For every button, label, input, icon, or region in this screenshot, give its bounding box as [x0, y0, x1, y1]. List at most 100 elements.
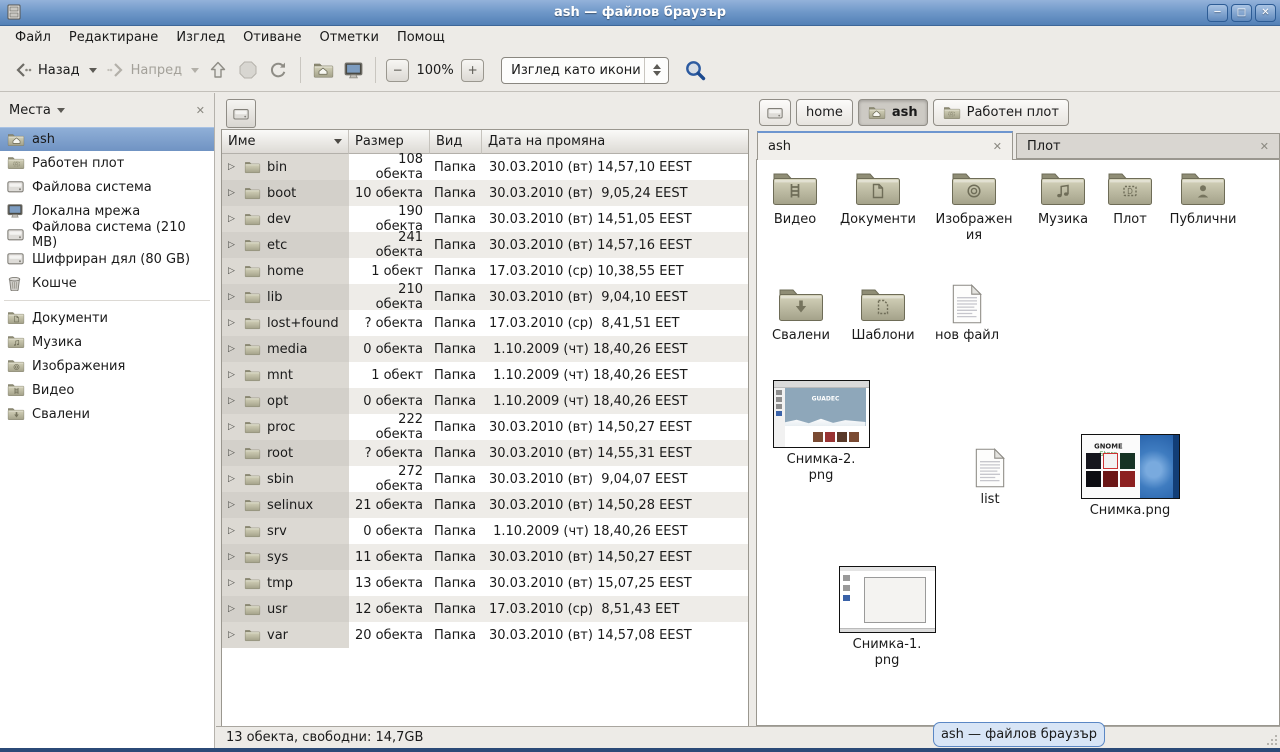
icon-file-snimka-1[interactable]: Снимка-1.png: [836, 566, 938, 670]
sidebar-item-filesystem-210mb[interactable]: Файлова система (210 MB): [0, 223, 214, 247]
sidebar-mode-select[interactable]: Места: [9, 103, 51, 118]
zoom-in-button[interactable]: +: [461, 59, 484, 82]
breadcrumb-home-button[interactable]: home: [796, 99, 853, 126]
sidebar-item-downloads[interactable]: Свалени: [0, 402, 214, 426]
tree-row-lib[interactable]: ▷lib210 обектаПапка30.03.2010 (вт) 9,04,…: [222, 284, 748, 310]
tab-ash[interactable]: ash ✕: [757, 131, 1013, 160]
maximize-button[interactable]: □: [1231, 4, 1252, 22]
tree-row-var[interactable]: ▷var20 обектаПапка30.03.2010 (вт) 14,57,…: [222, 622, 748, 648]
titlebar[interactable]: ash — файлов браузър ─ □ ✕: [0, 0, 1280, 26]
expander-icon[interactable]: ▷: [228, 604, 238, 614]
view-mode-select[interactable]: Изглед като икони: [501, 57, 669, 84]
forward-dropdown[interactable]: [191, 68, 199, 73]
icon-downloads-folder[interactable]: Свалени: [756, 286, 846, 344]
tree-row-tmp[interactable]: ▷tmp13 обектаПапка30.03.2010 (вт) 15,07,…: [222, 570, 748, 596]
tree-row-srv[interactable]: ▷srv0 обектаПапка 1.10.2009 (чт) 18,40,2…: [222, 518, 748, 544]
tree-row-media[interactable]: ▷media0 обектаПапка 1.10.2009 (чт) 18,40…: [222, 336, 748, 362]
stop-button[interactable]: [233, 55, 263, 85]
icon-documents-folder[interactable]: Документи: [833, 170, 923, 228]
expander-icon[interactable]: ▷: [228, 214, 238, 224]
tree-row-proc[interactable]: ▷proc222 обектаПапка30.03.2010 (вт) 14,5…: [222, 414, 748, 440]
expander-icon[interactable]: ▷: [228, 318, 238, 328]
breadcrumb-ash-button[interactable]: ash: [858, 99, 928, 126]
menu-help[interactable]: Помощ: [388, 28, 454, 47]
expander-icon[interactable]: ▷: [228, 552, 238, 562]
menu-edit[interactable]: Редактиране: [60, 28, 167, 47]
tab-close-icon[interactable]: ✕: [993, 140, 1002, 153]
tree-row-opt[interactable]: ▷opt0 обектаПапка 1.10.2009 (чт) 18,40,2…: [222, 388, 748, 414]
computer-button[interactable]: [339, 57, 368, 84]
expander-icon[interactable]: ▷: [228, 474, 238, 484]
expander-icon[interactable]: ▷: [228, 266, 238, 276]
tree-row-boot[interactable]: ▷boot10 обектаПапка30.03.2010 (вт) 9,05,…: [222, 180, 748, 206]
search-button[interactable]: [679, 54, 713, 87]
breadcrumb-desktop-button[interactable]: Работен плот: [933, 99, 1069, 126]
tree-row-home[interactable]: ▷home1 обектПапка17.03.2010 (ср) 10,38,5…: [222, 258, 748, 284]
tree-row-bin[interactable]: ▷bin108 обектаПапка30.03.2010 (вт) 14,57…: [222, 154, 748, 180]
sidebar-item-filesystem[interactable]: Файлова система: [0, 175, 214, 199]
sidebar-item-pictures[interactable]: Изображения: [0, 354, 214, 378]
sidebar-item-ash[interactable]: ash: [0, 127, 214, 151]
expander-icon[interactable]: ▷: [228, 630, 238, 640]
root-location-button[interactable]: [226, 99, 256, 128]
icon-file-snimka[interactable]: GNOME Store Снимка.png: [1078, 434, 1182, 519]
expander-icon[interactable]: ▷: [228, 162, 238, 172]
tree-row-root[interactable]: ▷root? обектаПапка30.03.2010 (вт) 14,55,…: [222, 440, 748, 466]
up-button[interactable]: [203, 55, 233, 85]
minimize-button[interactable]: ─: [1207, 4, 1228, 22]
breadcrumb-root-button[interactable]: [759, 99, 791, 126]
expander-icon[interactable]: ▷: [228, 396, 238, 406]
taskbar-window-button[interactable]: ash — файлов браузър: [933, 722, 1105, 747]
tree-row-sys[interactable]: ▷sys11 обектаПапка30.03.2010 (вт) 14,50,…: [222, 544, 748, 570]
menu-file[interactable]: Файл: [6, 28, 60, 47]
expander-icon[interactable]: ▷: [228, 578, 238, 588]
icon-templates-folder[interactable]: Шаблони: [838, 286, 928, 344]
icon-new-file[interactable]: нов файл: [922, 284, 1012, 344]
tree-row-dev[interactable]: ▷dev190 обектаПапка30.03.2010 (вт) 14,51…: [222, 206, 748, 232]
icon-file-list[interactable]: list: [945, 448, 1035, 508]
sidebar-close-icon[interactable]: ✕: [196, 104, 205, 117]
expander-icon[interactable]: ▷: [228, 500, 238, 510]
menu-bookmarks[interactable]: Отметки: [310, 28, 387, 47]
expander-icon[interactable]: ▷: [228, 422, 238, 432]
column-header-size[interactable]: Размер: [349, 130, 430, 154]
column-header-name[interactable]: Име: [222, 130, 349, 154]
menu-view[interactable]: Изглед: [167, 28, 234, 47]
sidebar-item-video[interactable]: Видео: [0, 378, 214, 402]
tree-row-sbin[interactable]: ▷sbin272 обектаПапка30.03.2010 (вт) 9,04…: [222, 466, 748, 492]
sidebar-item-encrypted-80gb[interactable]: Шифриран дял (80 GB): [0, 247, 214, 271]
resize-grip[interactable]: [1266, 734, 1278, 746]
tree-row-selinux[interactable]: ▷selinux21 обектаПапка30.03.2010 (вт) 14…: [222, 492, 748, 518]
expander-icon[interactable]: ▷: [228, 370, 238, 380]
back-dropdown[interactable]: [89, 68, 97, 73]
expander-icon[interactable]: ▷: [228, 188, 238, 198]
close-button[interactable]: ✕: [1255, 4, 1276, 22]
sidebar-item-documents[interactable]: Документи: [0, 306, 214, 330]
icon-file-snimka-2[interactable]: GUADEC Снимка-2.png: [770, 380, 872, 485]
column-header-type[interactable]: Вид: [430, 130, 482, 154]
icon-public-folder[interactable]: Публични: [1158, 170, 1248, 228]
icon-pictures-folder[interactable]: Изображения: [932, 170, 1016, 245]
expander-icon[interactable]: ▷: [228, 240, 238, 250]
menu-go[interactable]: Отиване: [234, 28, 310, 47]
tree-row-mnt[interactable]: ▷mnt1 обектПапка 1.10.2009 (чт) 18,40,26…: [222, 362, 748, 388]
home-button[interactable]: [308, 57, 339, 84]
sidebar-item-music[interactable]: Музика: [0, 330, 214, 354]
expander-icon[interactable]: ▷: [228, 344, 238, 354]
icon-video-folder[interactable]: Видео: [756, 170, 840, 228]
tree-row-lost-found[interactable]: ▷lost+found? обектаПапка17.03.2010 (ср) …: [222, 310, 748, 336]
sidebar-item-trash[interactable]: Кошче: [0, 271, 214, 295]
tree-row-usr[interactable]: ▷usr12 обектаПапка17.03.2010 (ср) 8,51,4…: [222, 596, 748, 622]
tab-close-icon[interactable]: ✕: [1260, 140, 1269, 153]
tree-row-etc[interactable]: ▷etc241 обектаПапка30.03.2010 (вт) 14,57…: [222, 232, 748, 258]
expander-icon[interactable]: ▷: [228, 448, 238, 458]
tab-plot[interactable]: Плот ✕: [1016, 133, 1280, 159]
forward-button[interactable]: Напред: [101, 55, 187, 85]
reload-button[interactable]: [263, 55, 293, 85]
expander-icon[interactable]: ▷: [228, 526, 238, 536]
back-button[interactable]: Назад: [8, 55, 85, 85]
expander-icon[interactable]: ▷: [228, 292, 238, 302]
column-header-date[interactable]: Дата на промяна: [482, 130, 748, 154]
sidebar-item-desktop[interactable]: Работен плот: [0, 151, 214, 175]
zoom-out-button[interactable]: −: [386, 59, 409, 82]
